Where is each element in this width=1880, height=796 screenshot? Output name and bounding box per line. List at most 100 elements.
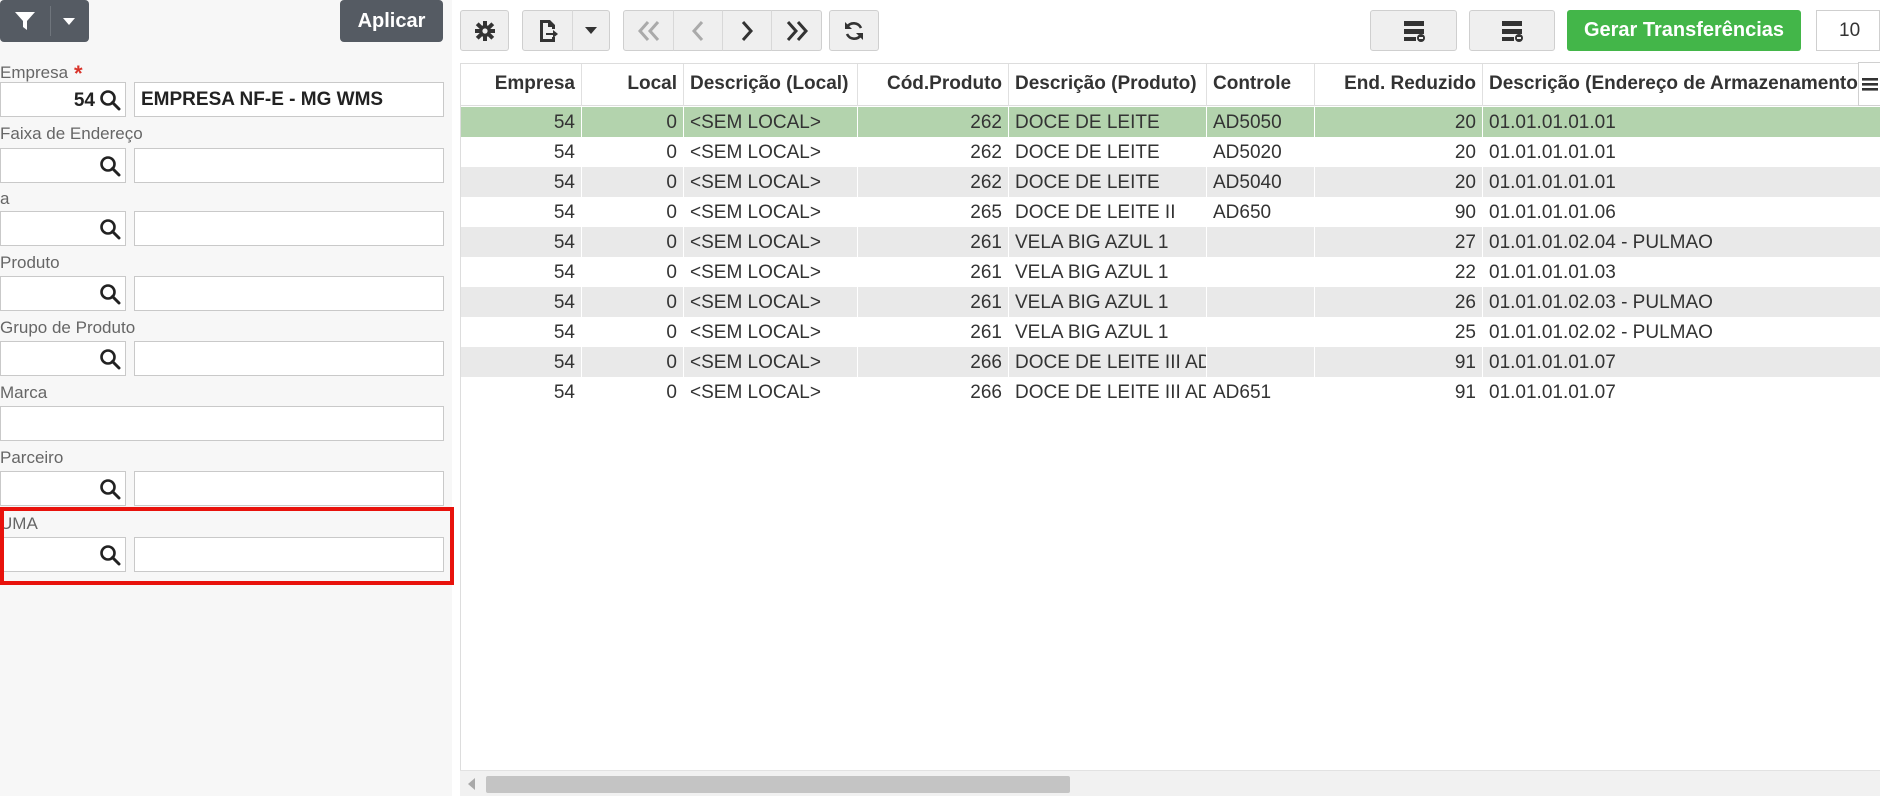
table-row[interactable]: 54 0 <SEM LOCAL> 266 DOCE DE LEITE III AD AD6… [461, 377, 1880, 407]
table-row[interactable]: 54 0 <SEM LOCAL> 266 DOCE DE LEITE III AD 91 0… [461, 347, 1880, 377]
marca-input[interactable] [0, 406, 444, 441]
page-size-input[interactable]: 10 [1816, 10, 1880, 51]
cell-cod-produto: 261 [858, 257, 1009, 287]
grid-header: Empresa Local Descrição (Local) Cód.Prod… [461, 64, 1880, 106]
cell-descricao-local: <SEM LOCAL> [684, 347, 858, 377]
cell-descricao-local: <SEM LOCAL> [684, 107, 858, 137]
faixa-endereco-code-input[interactable] [0, 148, 126, 183]
grupo-produto-description-field [134, 341, 444, 376]
cell-local: 0 [582, 137, 684, 167]
layout-icon [1499, 19, 1525, 43]
table-row[interactable]: 54 0 <SEM LOCAL> 261 VELA BIG AZUL 1 27 01.01.… [461, 227, 1880, 257]
filter-panel: Aplicar Empresa * 54 EMPRESA NF-E - MG WM… [0, 0, 454, 796]
column-header-cod-produto[interactable]: Cód.Produto [858, 64, 1009, 106]
cell-local: 0 [582, 227, 684, 257]
menu-icon [1861, 77, 1878, 91]
cell-descricao-local: <SEM LOCAL> [684, 137, 858, 167]
cell-local: 0 [582, 107, 684, 137]
search-icon[interactable] [99, 218, 121, 240]
filter-toggle-button[interactable] [0, 0, 89, 42]
table-row[interactable]: 54 0 <SEM LOCAL> 261 VELA BIG AZUL 1 26 01.01.… [461, 287, 1880, 317]
grupo-produto-code-input[interactable] [0, 341, 126, 376]
column-header-descricao-endereco[interactable]: Descrição (Endereço de Armazenamento) [1483, 64, 1880, 106]
search-icon[interactable] [99, 89, 121, 111]
parceiro-code-input[interactable] [0, 471, 126, 506]
cell-cod-produto: 266 [858, 377, 1009, 407]
cell-local: 0 [582, 377, 684, 407]
column-menu-button[interactable] [1858, 62, 1880, 106]
caret-down-icon[interactable] [62, 17, 76, 26]
cell-descricao-local: <SEM LOCAL> [684, 227, 858, 257]
uma-highlight-box [0, 507, 454, 585]
cell-descricao-endereco: 01.01.01.01.03 [1483, 257, 1880, 287]
data-grid: Empresa Local Descrição (Local) Cód.Prod… [460, 63, 1880, 796]
cell-end-reduzido: 22 [1315, 257, 1483, 287]
cell-end-reduzido: 91 [1315, 347, 1483, 377]
scrollbar-thumb[interactable] [486, 776, 1070, 793]
cell-end-reduzido: 91 [1315, 377, 1483, 407]
table-row[interactable]: 54 0 <SEM LOCAL> 261 VELA BIG AZUL 1 25 01.01.… [461, 317, 1880, 347]
generate-transfers-button[interactable]: Gerar Transferências [1567, 10, 1801, 51]
apply-button[interactable]: Aplicar [340, 0, 443, 42]
table-row[interactable]: 54 0 <SEM LOCAL> 262 DOCE DE LEITE AD5050 20 01… [461, 107, 1880, 137]
column-header-local[interactable]: Local [582, 64, 684, 106]
cell-local: 0 [582, 287, 684, 317]
search-icon[interactable] [99, 283, 121, 305]
cell-cod-produto: 266 [858, 347, 1009, 377]
cell-controle [1207, 257, 1315, 287]
cell-controle: AD5020 [1207, 137, 1315, 167]
first-page-icon [636, 20, 662, 42]
produto-label: Produto [0, 253, 60, 272]
export-icon [537, 19, 559, 43]
cell-descricao-local: <SEM LOCAL> [684, 317, 858, 347]
export-menu-button[interactable] [572, 10, 610, 51]
prev-page-icon [691, 20, 705, 42]
cell-empresa: 54 [461, 137, 582, 167]
refresh-icon [843, 20, 865, 42]
table-row[interactable]: 54 0 <SEM LOCAL> 261 VELA BIG AZUL 1 22 01.01.… [461, 257, 1880, 287]
search-icon[interactable] [99, 155, 121, 177]
first-page-button[interactable] [623, 10, 674, 51]
cell-controle [1207, 317, 1315, 347]
cell-descricao-produto: VELA BIG AZUL 1 [1009, 227, 1207, 257]
cell-descricao-endereco: 01.01.01.02.02 - PULMAO [1483, 317, 1880, 347]
cell-descricao-endereco: 01.01.01.02.04 - PULMAO [1483, 227, 1880, 257]
prev-page-button[interactable] [673, 10, 723, 51]
cell-controle [1207, 347, 1315, 377]
button-separator [50, 6, 51, 36]
cell-descricao-produto: VELA BIG AZUL 1 [1009, 287, 1207, 317]
table-row[interactable]: 54 0 <SEM LOCAL> 265 DOCE DE LEITE II AD650 90… [461, 197, 1880, 227]
faixa-ate-code-input[interactable] [0, 211, 126, 246]
column-header-descricao-local[interactable]: Descrição (Local) [684, 64, 858, 106]
cell-empresa: 54 [461, 197, 582, 227]
column-header-end-reduzido[interactable]: End. Reduzido [1315, 64, 1483, 106]
layout-button-1[interactable] [1370, 10, 1457, 51]
layout-button-2[interactable] [1469, 10, 1555, 51]
cell-end-reduzido: 27 [1315, 227, 1483, 257]
cell-controle [1207, 227, 1315, 257]
refresh-button[interactable] [829, 10, 879, 51]
cell-local: 0 [582, 257, 684, 287]
cell-end-reduzido: 20 [1315, 137, 1483, 167]
search-icon[interactable] [99, 478, 121, 500]
scroll-left-arrow-icon[interactable] [468, 778, 475, 790]
cell-controle: AD5040 [1207, 167, 1315, 197]
last-page-button[interactable] [771, 10, 822, 51]
faixa-endereco-label: Faixa de Endereço [0, 124, 143, 143]
cell-empresa: 54 [461, 347, 582, 377]
search-icon[interactable] [99, 348, 121, 370]
horizontal-scrollbar[interactable] [460, 770, 1880, 796]
export-button[interactable] [522, 10, 573, 51]
produto-code-input[interactable] [0, 276, 126, 311]
empresa-label: Empresa * [0, 58, 83, 86]
table-row[interactable]: 54 0 <SEM LOCAL> 262 DOCE DE LEITE AD5040 20 01… [461, 167, 1880, 197]
table-row[interactable]: 54 0 <SEM LOCAL> 262 DOCE DE LEITE AD5020 20 01… [461, 137, 1880, 167]
next-page-button[interactable] [722, 10, 772, 51]
settings-button[interactable] [460, 10, 509, 51]
empresa-code-input[interactable]: 54 [0, 82, 126, 117]
cell-cod-produto: 261 [858, 317, 1009, 347]
cell-descricao-produto: DOCE DE LEITE III AD [1009, 377, 1207, 407]
column-header-controle[interactable]: Controle [1207, 64, 1315, 106]
column-header-empresa[interactable]: Empresa [461, 64, 582, 106]
column-header-descricao-produto[interactable]: Descrição (Produto) [1009, 64, 1207, 106]
